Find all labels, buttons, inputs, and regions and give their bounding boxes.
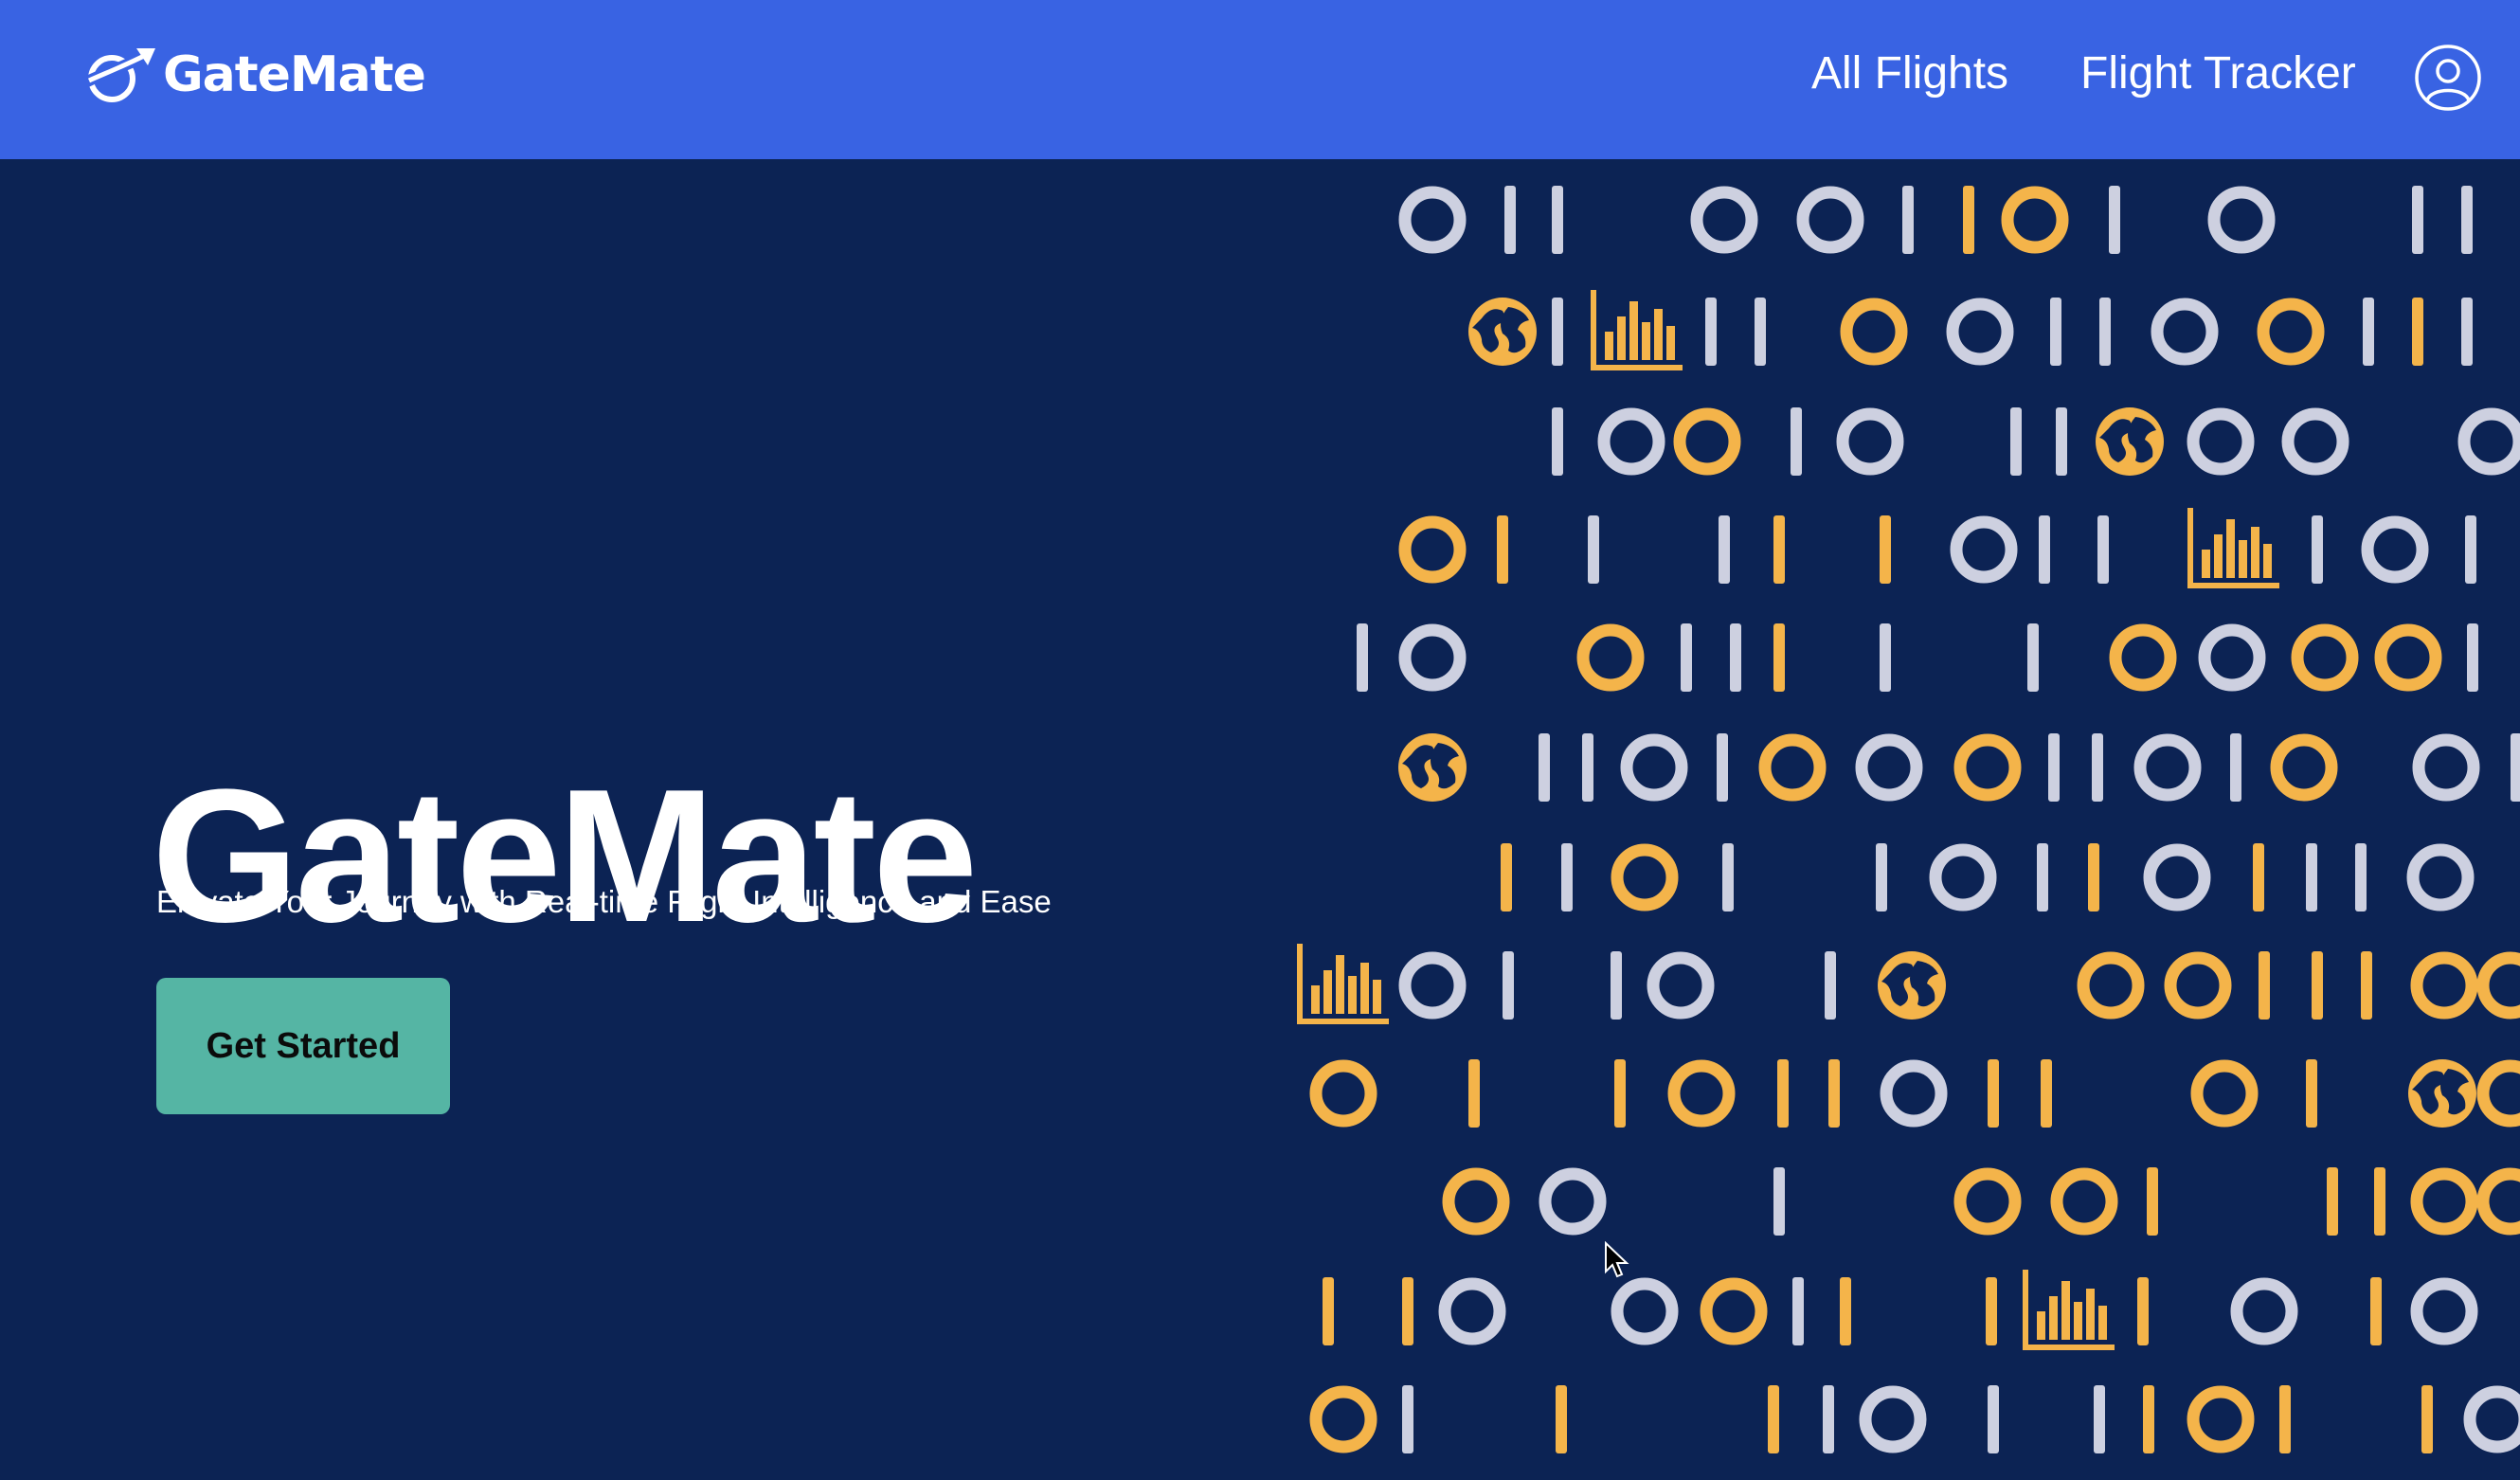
get-started-button[interactable]: Get Started [156,978,450,1114]
mouse-cursor-icon [1605,1241,1629,1278]
brand-name: GateMate [163,46,426,103]
nav-flight-tracker[interactable]: Flight Tracker [2080,47,2356,99]
hero-title: GateMate [152,750,978,962]
plane-globe-icon [82,48,155,102]
nav-all-flights[interactable]: All Flights [1811,47,2008,99]
user-circle-icon[interactable] [2414,44,2482,112]
brand[interactable]: GateMate [81,42,426,108]
hero-subtitle: Elevate Your Journey with Real-time Flig… [156,884,1052,919]
top-navbar: GateMate All Flights Flight Tracker [0,0,2520,159]
